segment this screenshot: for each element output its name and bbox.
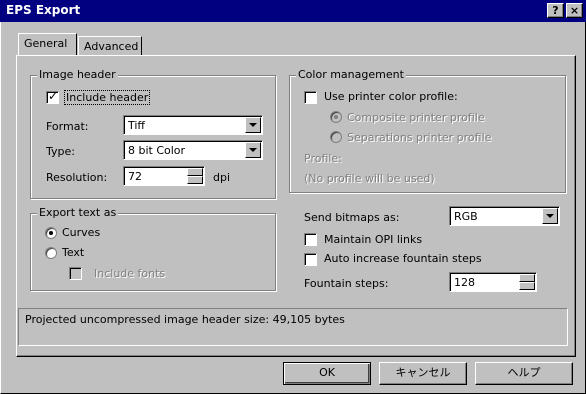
export-text-group-title: Export text as bbox=[37, 206, 119, 219]
resolution-label: Resolution: bbox=[46, 171, 108, 184]
resolution-value: 72 bbox=[128, 170, 142, 183]
separations-profile-label: Separations printer profile bbox=[347, 131, 492, 144]
format-label: Format: bbox=[46, 120, 89, 133]
type-value: 8 bit Color bbox=[128, 144, 186, 157]
spin-down-icon[interactable] bbox=[519, 282, 535, 290]
curves-label[interactable]: Curves bbox=[62, 226, 100, 239]
resolution-input[interactable]: 72 bbox=[123, 166, 205, 186]
format-dropdown[interactable]: Tiff bbox=[123, 115, 263, 135]
curves-radio[interactable] bbox=[45, 227, 57, 239]
send-bitmaps-value: RGB bbox=[454, 210, 478, 223]
fountain-steps-input[interactable]: 128 bbox=[449, 272, 537, 292]
profile-label: Profile: bbox=[304, 152, 342, 165]
close-button[interactable]: × bbox=[566, 3, 583, 18]
fountain-steps-value: 128 bbox=[454, 276, 475, 289]
header-size-status: Projected uncompressed image header size… bbox=[18, 308, 568, 346]
tab-advanced[interactable]: Advanced bbox=[78, 36, 142, 56]
status-text: Projected uncompressed image header size… bbox=[25, 313, 345, 326]
auto-increase-checkbox[interactable] bbox=[304, 253, 317, 266]
chevron-down-icon[interactable] bbox=[245, 117, 261, 133]
fountain-steps-label: Fountain steps: bbox=[304, 277, 389, 290]
image-header-group-title: Image header bbox=[37, 68, 118, 81]
composite-profile-radio[interactable] bbox=[330, 111, 342, 123]
format-value: Tiff bbox=[128, 119, 146, 132]
include-header-label[interactable]: Include header bbox=[64, 90, 151, 105]
fountain-steps-spinner[interactable] bbox=[519, 274, 535, 290]
chevron-down-icon[interactable] bbox=[542, 208, 558, 224]
composite-profile-label: Composite printer profile bbox=[347, 111, 485, 124]
help-title-button[interactable]: ? bbox=[547, 3, 564, 18]
send-bitmaps-label: Send bitmaps as: bbox=[304, 211, 400, 224]
help-button[interactable]: ヘルプ bbox=[475, 362, 573, 385]
window-title: EPS Export bbox=[6, 3, 81, 17]
profile-value: (No profile will be used) bbox=[304, 172, 435, 185]
type-label: Type: bbox=[46, 145, 75, 158]
title-bar: EPS Export ? × bbox=[0, 0, 586, 22]
spin-up-icon[interactable] bbox=[187, 168, 203, 176]
chevron-down-icon[interactable] bbox=[245, 142, 261, 158]
include-header-checkbox[interactable]: ✓ bbox=[46, 89, 59, 104]
check-mark-icon: ✓ bbox=[48, 89, 59, 103]
spin-down-icon[interactable] bbox=[187, 176, 203, 184]
tab-general[interactable]: General bbox=[18, 33, 77, 55]
maintain-opi-label[interactable]: Maintain OPI links bbox=[324, 233, 422, 246]
text-radio[interactable] bbox=[45, 247, 57, 259]
type-dropdown[interactable]: 8 bit Color bbox=[123, 140, 263, 160]
radio-dot-icon bbox=[334, 115, 338, 119]
auto-increase-label[interactable]: Auto increase fountain steps bbox=[324, 252, 482, 265]
use-printer-profile-label[interactable]: Use printer color profile: bbox=[324, 90, 458, 103]
use-printer-profile-checkbox[interactable] bbox=[304, 91, 317, 104]
spin-up-icon[interactable] bbox=[519, 274, 535, 282]
resolution-unit: dpi bbox=[213, 171, 231, 184]
send-bitmaps-dropdown[interactable]: RGB bbox=[449, 206, 560, 226]
color-management-group-title: Color management bbox=[296, 68, 406, 81]
maintain-opi-checkbox[interactable] bbox=[304, 233, 317, 246]
ok-button[interactable]: OK bbox=[283, 362, 371, 385]
include-fonts-label: Include fonts bbox=[94, 267, 166, 280]
resolution-spinner[interactable] bbox=[187, 168, 203, 184]
separations-profile-radio[interactable] bbox=[330, 131, 342, 143]
radio-dot-icon bbox=[49, 231, 53, 235]
include-fonts-checkbox[interactable] bbox=[69, 267, 82, 280]
cancel-button[interactable]: キャンセル bbox=[379, 362, 467, 385]
text-label[interactable]: Text bbox=[62, 246, 84, 259]
